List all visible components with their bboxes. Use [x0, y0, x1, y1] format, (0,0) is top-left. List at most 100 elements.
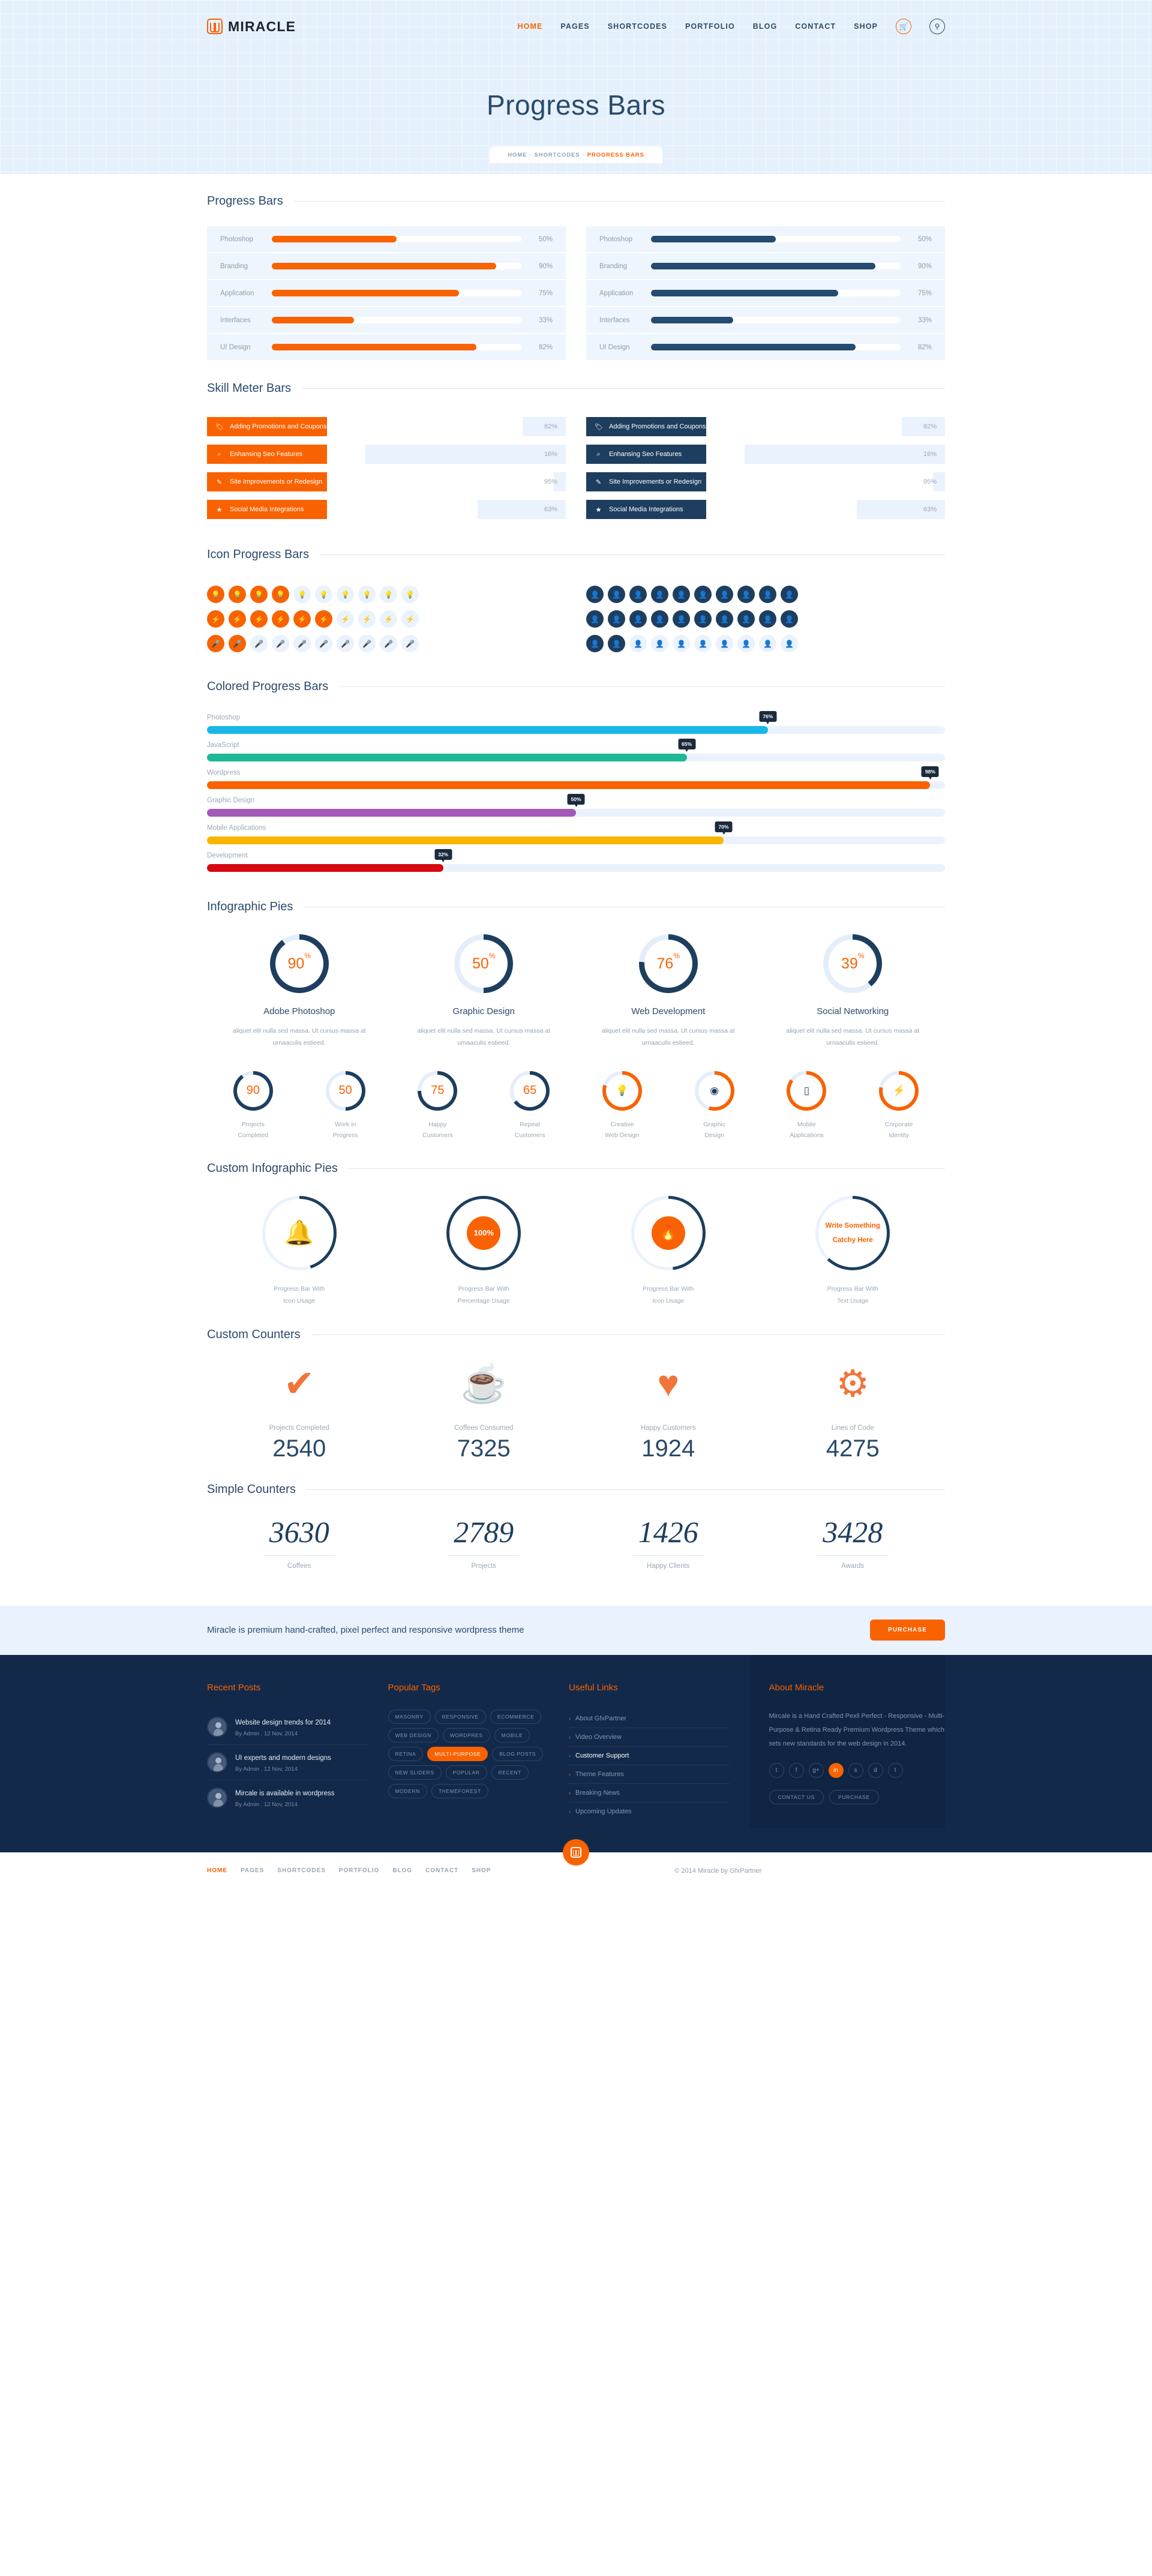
tag-chip[interactable]: RESPONSIVE — [434, 1709, 486, 1724]
social-icon[interactable]: f — [788, 1762, 804, 1778]
simple-counter-label: Awards — [841, 1562, 865, 1570]
bottom-nav-link[interactable]: PORTFOLIO — [339, 1867, 379, 1874]
social-icon[interactable]: in — [828, 1762, 844, 1778]
icon-progress-row: 👤 👤 👤 👤 👤 👤 👤 👤 👤 👤 — [586, 586, 945, 603]
post-title[interactable]: Website design trends for 2014 — [235, 1719, 331, 1726]
icon-dot: 👤 — [781, 586, 798, 603]
nav-contact[interactable]: CONTACT — [795, 22, 836, 31]
cart-icon[interactable]: 🛒 — [896, 19, 911, 34]
progress-label: Application — [220, 289, 254, 297]
contact-us-button[interactable]: CONTACT US — [769, 1789, 824, 1804]
tag-chip[interactable]: BLOG POSTS — [492, 1746, 544, 1761]
tag-chip[interactable]: MODERN — [388, 1783, 427, 1798]
social-icon[interactable]: g+ — [808, 1762, 824, 1778]
social-icon[interactable]: t — [769, 1762, 784, 1778]
social-icon[interactable]: d — [868, 1762, 883, 1778]
nav-portfolio[interactable]: PORTFOLIO — [685, 22, 735, 31]
site-logo[interactable]: MIRACLE — [207, 19, 296, 35]
counter-ring-item: 50 Work in Progress — [299, 1070, 392, 1141]
tag-chip[interactable]: NEW SLIDERS — [388, 1765, 442, 1780]
tag-chip[interactable]: MULTI-PURPOSE — [427, 1746, 488, 1761]
nav-shop[interactable]: SHOP — [854, 22, 878, 31]
post-title[interactable]: Mircale is available in wordpress — [235, 1790, 335, 1797]
footer-link[interactable]: › About GfxPartner — [569, 1710, 730, 1728]
chevron-right-icon: › — [569, 1752, 571, 1759]
counter-ring-center: 75 — [421, 1074, 454, 1107]
bottom-nav-link[interactable]: CONTACT — [425, 1867, 458, 1874]
social-icon[interactable]: s — [848, 1762, 863, 1778]
custom-counter-icon: ☕ — [460, 1363, 507, 1405]
icon-dot: 👤 — [651, 635, 668, 652]
skill-row: 🏷 Adding Promotions and Coupons 82% — [207, 417, 566, 436]
nav-shortcodes[interactable]: SHORTCODES — [608, 22, 667, 31]
tag-chip[interactable]: WEB DESIGN — [388, 1728, 439, 1743]
tag-chip[interactable]: THEMEFOREST — [431, 1783, 488, 1798]
footer-link[interactable]: › Breaking News — [569, 1784, 730, 1803]
icon-dot: 👤 — [629, 586, 647, 603]
icon-dot: 👤 — [629, 610, 647, 628]
custom-counter-label: Lines of Code — [831, 1424, 874, 1432]
recent-post-item[interactable]: Website design trends for 2014 By Admin … — [207, 1710, 368, 1745]
skill-track: 16% — [327, 445, 566, 464]
icon-dot: 🎤 — [293, 635, 311, 652]
purchase-button-footer[interactable]: PURCHASE — [829, 1789, 879, 1804]
tag-chip[interactable]: MASONRY — [388, 1709, 431, 1724]
footer-link[interactable]: › Customer Support — [569, 1747, 730, 1765]
footer-link[interactable]: › Theme Features — [569, 1765, 730, 1784]
simple-counters-list: 3630 Coffees 2789 Projects 1426 Happy Cl… — [207, 1517, 945, 1606]
nav-blog[interactable]: BLOG — [753, 22, 778, 31]
breadcrumb-section[interactable]: SHORTCODES — [534, 152, 580, 158]
recent-post-item[interactable]: UI experts and modern designs By Admin .… — [207, 1745, 368, 1780]
footer-link[interactable]: › Video Overview — [569, 1728, 730, 1747]
progress-fill — [651, 317, 734, 323]
icon-progress-row: 🎤 🎤 🎤 🎤 🎤 🎤 🎤 🎤 🎤 🎤 — [207, 635, 566, 652]
breadcrumb-home[interactable]: HOME — [508, 152, 527, 158]
custom-pie-ring: Write Something Catchy Here — [815, 1195, 890, 1270]
purchase-button[interactable]: PURCHASE — [870, 1620, 945, 1641]
progress-fill — [651, 236, 776, 242]
skill-name: Adding Promotions and Coupons — [609, 423, 706, 430]
colored-bar-tooltip: 70% — [715, 821, 733, 835]
custom-pie-ring: 🔔 — [262, 1195, 337, 1270]
recent-post-item[interactable]: Mircale is available in wordpress By Adm… — [207, 1780, 368, 1815]
miracle-logo-icon — [207, 19, 223, 34]
skill-fill — [706, 445, 745, 464]
divider — [448, 1555, 520, 1556]
skill-name: Enhansing Seo Features — [230, 451, 303, 458]
tag-chip[interactable]: ECOMMERCE — [490, 1709, 542, 1724]
icon-dot: 🎤 — [315, 635, 332, 652]
bottom-nav-link[interactable]: PAGES — [241, 1867, 264, 1874]
section-infographic-pies: Infographic Pies 90% Adobe Photoshop ali… — [207, 880, 945, 1141]
icon-dot: 👤 — [759, 610, 776, 628]
skill-percent: 82% — [544, 423, 557, 430]
footer-link[interactable]: › Upcoming Updates — [569, 1803, 730, 1821]
bottom-nav-link[interactable]: BLOG — [392, 1867, 412, 1874]
skill-label: ★ Social Media Integrations — [207, 500, 327, 519]
bottom-nav-link[interactable]: HOME — [207, 1867, 227, 1874]
tag-chip[interactable]: POPULAR — [445, 1765, 487, 1780]
custom-pie-center: 🔥 — [634, 1198, 703, 1267]
tag-chip[interactable]: MOBILE — [494, 1728, 530, 1743]
breadcrumb: HOME - SHORTCODES - PROGRESS BARS — [490, 146, 662, 163]
search-icon[interactable]: ⚲ — [929, 19, 945, 34]
progress-fill — [651, 263, 876, 269]
skill-name: Site Improvements or Redesign — [230, 478, 323, 485]
colored-bar-track: 76% — [207, 711, 945, 734]
tag-chip[interactable]: RETINA — [388, 1746, 424, 1761]
custom-pie-center: Write Something Catchy Here — [818, 1198, 887, 1267]
bottom-nav-link[interactable]: SHOP — [472, 1867, 491, 1874]
post-title[interactable]: UI experts and modern designs — [235, 1755, 331, 1762]
nav-home[interactable]: HOME — [518, 22, 543, 31]
social-icon[interactable]: t — [887, 1762, 903, 1778]
back-to-top-button[interactable] — [563, 1839, 589, 1866]
purchase-banner: Miracle is premium hand-crafted, pixel p… — [0, 1605, 1152, 1655]
pie-donut: 90% — [269, 934, 329, 993]
section-title: Colored Progress Bars — [207, 680, 329, 693]
tag-chip[interactable]: WORDPRES — [442, 1728, 490, 1743]
icon-dot: 🎤 — [229, 635, 246, 652]
pie-donut: 76% — [638, 934, 698, 993]
colored-bar-track: 70% — [207, 821, 945, 844]
nav-pages[interactable]: PAGES — [560, 22, 589, 31]
tag-chip[interactable]: RECENT — [491, 1765, 529, 1780]
bottom-nav-link[interactable]: SHORTCODES — [277, 1867, 326, 1874]
